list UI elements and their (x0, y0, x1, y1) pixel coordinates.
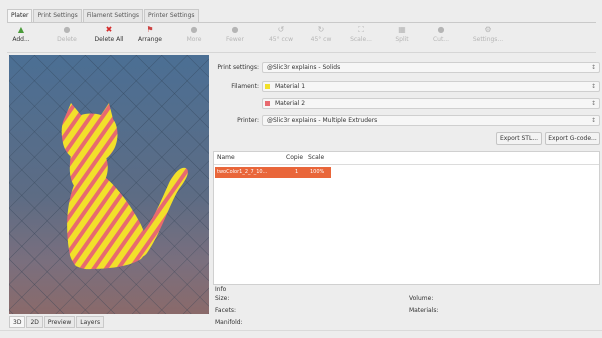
tab-layers[interactable]: Layers (76, 316, 105, 328)
cut-icon: ● (437, 25, 445, 34)
cut-button[interactable]: ● Cut... (430, 24, 452, 51)
delete-all-button[interactable]: ✖ Delete All (91, 24, 127, 51)
tab-2d[interactable]: 2D (26, 316, 43, 328)
3d-viewport[interactable] (9, 55, 209, 314)
filament-2-value: Material 2 (275, 100, 306, 107)
fewer-button[interactable]: ● Fewer (223, 24, 247, 51)
settings-button[interactable]: ⚙ Settings... (471, 24, 505, 51)
more-button[interactable]: ● More (183, 24, 205, 51)
tab-filament-settings[interactable]: Filament Settings (82, 9, 144, 22)
split-button[interactable]: ▦ Split (392, 24, 412, 51)
object-list-header: Name Copie Scale (214, 152, 599, 165)
rotate-cw-button[interactable]: ↻ 45° cw (307, 24, 335, 51)
export-gcode-button[interactable]: Export G-code... (545, 132, 600, 145)
view-tabs: 3D 2D Preview Layers (9, 316, 105, 328)
tab-3d[interactable]: 3D (9, 316, 26, 328)
status-divider (0, 330, 602, 331)
tab-plater[interactable]: Plater (7, 9, 33, 22)
filament-1-select[interactable]: Material 1 ↕ (262, 81, 600, 92)
filament-1-swatch (265, 84, 270, 89)
main-tabs: Plater Print Settings Filament Settings … (7, 9, 200, 22)
object-scale: 100% (310, 169, 325, 175)
object-name: twoColor1_2_7_10... (217, 169, 268, 175)
info-size-label: Size: (215, 295, 230, 302)
column-copies[interactable]: Copie (286, 154, 303, 161)
split-icon: ▦ (398, 25, 406, 34)
filament-label: Filament: (231, 83, 259, 90)
scale-icon: ⛶ (358, 25, 364, 34)
printer-value: @Slic3r explains - Multiple Extruders (267, 117, 378, 124)
info-facets-label: Facets: (215, 307, 237, 314)
object-copies: 1 (295, 169, 299, 175)
delete-icon: ● (63, 25, 71, 34)
print-settings-label: Print settings: (217, 64, 259, 71)
delete-all-icon: ✖ (105, 25, 113, 34)
print-settings-value: @Slic3r explains - Solids (267, 64, 341, 71)
rotate-ccw-icon: ↺ (277, 25, 285, 34)
chevron-updown-icon: ↕ (590, 100, 596, 107)
tab-print-settings[interactable]: Print Settings (33, 9, 82, 22)
tab-preview[interactable]: Preview (43, 316, 76, 328)
column-name[interactable]: Name (217, 154, 235, 161)
fewer-icon: ● (231, 25, 239, 34)
printer-label: Printer: (237, 117, 259, 124)
column-scale[interactable]: Scale (308, 154, 324, 161)
info-materials-label: Materials: (409, 307, 439, 314)
chevron-updown-icon: ↕ (590, 64, 596, 71)
rotate-ccw-button[interactable]: ↺ 45° ccw (266, 24, 296, 51)
tab-printer-settings[interactable]: Printer Settings (144, 9, 199, 22)
scale-button[interactable]: ⛶ Scale... (347, 24, 375, 51)
arrange-button[interactable]: ⚑ Arrange (135, 24, 165, 51)
info-manifold-label: Manifold: (215, 319, 243, 326)
toolbar-divider (7, 52, 596, 53)
3d-scene (9, 55, 209, 314)
filament-1-value: Material 1 (275, 83, 306, 90)
delete-button[interactable]: ● Delete (55, 24, 79, 51)
tabs-divider (7, 22, 596, 23)
filament-2-select[interactable]: Material 2 ↕ (262, 98, 600, 109)
arrange-icon: ⚑ (146, 25, 154, 34)
info-volume-label: Volume: (409, 295, 434, 302)
add-icon: ▲ (17, 25, 25, 34)
info-title: Info (215, 286, 227, 293)
info-panel: Info Size: Volume: Facets: Materials: Ma… (213, 286, 600, 330)
app-window: Plater Print Settings Filament Settings … (0, 0, 602, 338)
printer-select[interactable]: @Slic3r explains - Multiple Extruders ↕ (262, 115, 600, 126)
table-row[interactable]: twoColor1_2_7_10... 1 100% (215, 167, 331, 178)
export-stl-button[interactable]: Export STL... (496, 132, 542, 145)
print-settings-select[interactable]: @Slic3r explains - Solids ↕ (262, 62, 600, 73)
chevron-updown-icon: ↕ (590, 83, 596, 90)
filament-2-swatch (265, 101, 270, 106)
rotate-cw-icon: ↻ (317, 25, 325, 34)
object-list[interactable]: Name Copie Scale twoColor1_2_7_10... 1 1… (213, 151, 600, 285)
add-button[interactable]: ▲ Add... (9, 24, 33, 51)
more-icon: ● (190, 25, 198, 34)
chevron-updown-icon: ↕ (590, 117, 596, 124)
gear-icon: ⚙ (484, 25, 492, 34)
